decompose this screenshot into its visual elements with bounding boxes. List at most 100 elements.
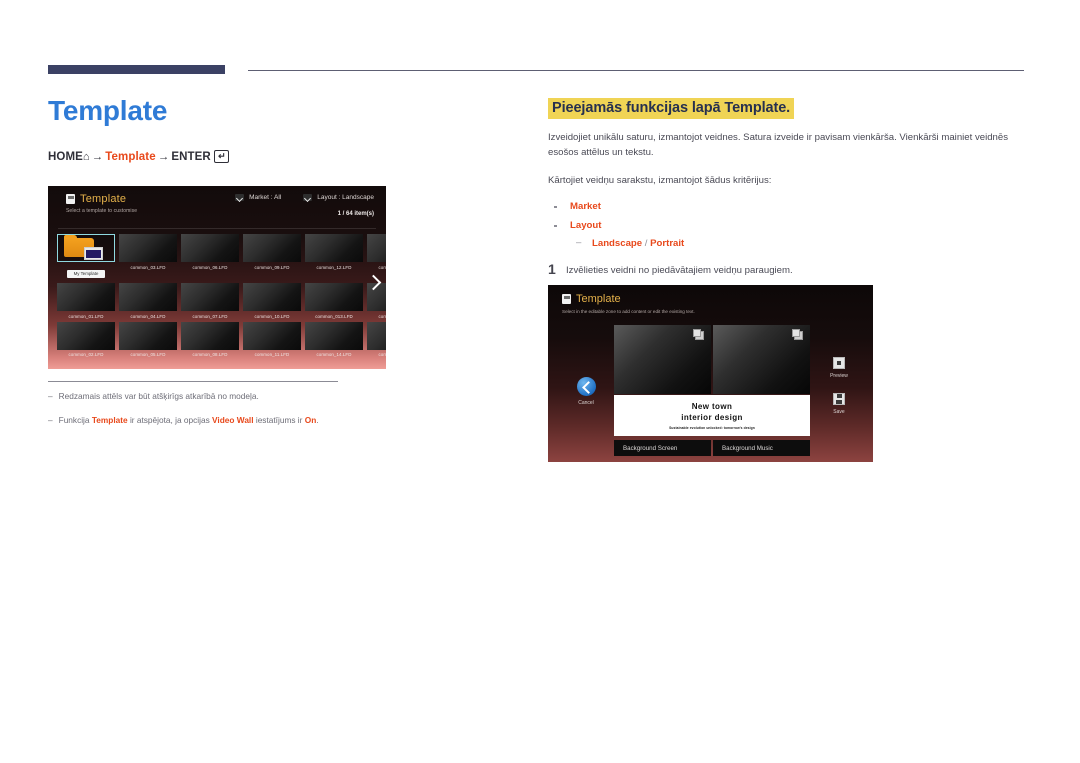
template-tile-label: common_12.LFD xyxy=(316,264,352,270)
breadcrumb-enter: ENTER xyxy=(171,150,211,163)
step-number: 1 xyxy=(548,261,556,278)
template-tile[interactable]: common_08.LFD xyxy=(181,321,239,357)
fn2-pre: Funkcija xyxy=(58,414,92,425)
cancel-button[interactable]: Cancel xyxy=(564,377,608,406)
template-tile-label: common_05.LFD xyxy=(130,352,166,357)
footnote-dash: – xyxy=(48,391,53,401)
left-column: Template HOME⌂ → Template → ENTER ↵ xyxy=(48,95,498,164)
back-arrow-icon xyxy=(576,377,596,396)
breadcrumb-arrow-1: → xyxy=(91,150,104,163)
save-icon xyxy=(833,393,845,405)
window-icon xyxy=(84,247,103,260)
template-icon xyxy=(66,194,75,204)
chevron-down-icon xyxy=(303,194,313,201)
template-thumbnail xyxy=(243,321,301,350)
paragraph-2: Kārtojiet veidņu sarakstu, izmantojot šā… xyxy=(548,174,772,186)
template-tile[interactable]: common_11.LFD xyxy=(243,321,301,357)
template-tile[interactable]: common_06.LFD xyxy=(181,234,239,280)
template-row: common_01.LFD common_04.LFD common_07.LF… xyxy=(57,283,386,319)
template-thumbnail xyxy=(305,321,363,350)
template-thumbnail xyxy=(119,283,177,311)
item-count: 1 / 64 item(s) xyxy=(337,211,374,217)
breadcrumb-target: Template xyxy=(105,150,156,163)
footnote-2: – Funkcija Template ir atspējota, ja opc… xyxy=(48,415,478,427)
template-tile[interactable]: common_09.LFD xyxy=(243,234,301,280)
template-tile-selected[interactable]: My Template xyxy=(57,234,115,280)
fn2-bold-videowall: Video Wall xyxy=(212,414,254,425)
text-zone-line-3: Sustainable evolution unlocked: tomorrow… xyxy=(669,425,755,430)
footnotes: – Redzamais attēls var būt atšķirīgs atk… xyxy=(48,391,478,438)
picker-divider xyxy=(58,228,376,229)
section-heading: Pieejamās funkcijas lapā Template. xyxy=(548,98,795,119)
template-tile[interactable]: common_07.LFD xyxy=(181,283,239,319)
editor-bottom-buttons: Background Screen Background Music xyxy=(614,440,810,456)
criteria-item-market: Market xyxy=(548,200,1026,214)
template-editor-screenshot: Template Select in the editable zone to … xyxy=(548,285,873,462)
page-root: Template HOME⌂ → Template → ENTER ↵ Template… xyxy=(0,0,1080,763)
step-text: Izvēlieties veidni no piedāvātajiem veid… xyxy=(566,265,793,277)
sub-item-separator: / xyxy=(642,238,651,250)
template-thumbnail xyxy=(181,234,239,262)
save-label: Save xyxy=(833,409,845,415)
fn2-bold-on: On xyxy=(304,414,317,425)
template-tile[interactable]: common_14.LFD xyxy=(305,321,363,357)
template-tile[interactable]: common_10.LFD xyxy=(243,283,301,319)
home-icon: ⌂ xyxy=(82,150,90,163)
save-button[interactable]: Save xyxy=(819,393,859,415)
template-tile-label: common_14.LFD xyxy=(316,352,352,357)
criteria-sub-item: Landscape / Portrait xyxy=(548,237,1026,250)
preview-button[interactable]: Preview xyxy=(819,357,859,379)
footnote-dash: – xyxy=(48,414,53,425)
criteria-item-layout: Layout xyxy=(548,219,1026,233)
template-tile-label: common_06.LFD xyxy=(192,264,228,270)
template-thumbnail xyxy=(367,234,386,262)
page-title: Template xyxy=(48,95,168,126)
picker-filters: Market : All Layout : Landscape xyxy=(235,194,374,201)
template-thumbnail xyxy=(243,283,301,311)
template-thumbnail xyxy=(57,283,115,311)
template-tile[interactable]: common_12.LFD xyxy=(305,234,363,280)
market-filter-label: Market : All xyxy=(249,194,282,201)
paragraph-1: Izveidojiet unikālu saturu, izmantojot v… xyxy=(548,132,1009,158)
editor-image-zone-left[interactable] xyxy=(614,325,711,394)
template-tile-label: common_17.LFD xyxy=(378,352,387,357)
template-tile-label: common_09.LFD xyxy=(254,264,290,270)
template-thumbnail xyxy=(57,321,115,350)
selected-tile-label: My Template xyxy=(66,269,106,278)
criteria-list: Market Layout xyxy=(548,200,1026,234)
editor-text-zone[interactable]: New town interior design Sustainable evo… xyxy=(614,395,810,436)
template-tile[interactable]: common_17.LFD xyxy=(367,321,387,357)
chevron-right-icon[interactable] xyxy=(365,272,381,294)
template-tile[interactable]: common_04.LFD xyxy=(119,283,177,319)
template-tile[interactable]: common_01.LFD xyxy=(57,283,115,319)
right-column: Pieejamās funkcijas lapā Template. Izvei… xyxy=(548,98,1026,278)
template-grid: My Template common_03.LFD common_06.LFD … xyxy=(57,234,386,360)
breadcrumb: HOME⌂ → Template → ENTER ↵ xyxy=(48,149,498,164)
market-filter[interactable]: Market : All xyxy=(235,194,281,201)
template-tile[interactable]: common_05.LFD xyxy=(119,321,177,357)
template-tile-label: common_03.LFD xyxy=(130,264,166,270)
template-tile-label: common_04.LFD xyxy=(130,313,166,319)
breadcrumb-arrow-2: → xyxy=(157,150,170,163)
template-row: My Template common_03.LFD common_06.LFD … xyxy=(57,234,386,280)
text-zone-line-2: interior design xyxy=(681,412,743,422)
layout-filter[interactable]: Layout : Landscape xyxy=(303,194,374,201)
template-tile-label: common_08.LFD xyxy=(192,352,228,357)
template-tile[interactable]: common_02.LFD xyxy=(57,321,115,357)
template-tile-label: common_11.LFD xyxy=(254,352,290,357)
template-tile[interactable]: common_03.LFD xyxy=(119,234,177,280)
template-thumbnail xyxy=(181,321,239,350)
template-thumbnail xyxy=(181,283,239,311)
selected-tile-name-wrap: My Template xyxy=(57,262,115,280)
picker-header: Template Select a template to customise … xyxy=(48,186,386,229)
template-tile-label: common_013.LFD xyxy=(315,313,353,319)
background-music-button[interactable]: Background Music xyxy=(713,440,810,456)
background-screen-button[interactable]: Background Screen xyxy=(614,440,711,456)
sub-item-landscape: Landscape xyxy=(592,238,643,250)
header-rule-block xyxy=(48,65,225,74)
template-thumbnail xyxy=(119,234,177,262)
editor-image-zone-right[interactable] xyxy=(713,325,810,394)
template-tile-label: common_01.LFD xyxy=(68,313,104,319)
layout-filter-label: Layout : Landscape xyxy=(317,194,374,201)
template-tile[interactable]: common_013.LFD xyxy=(305,283,363,319)
